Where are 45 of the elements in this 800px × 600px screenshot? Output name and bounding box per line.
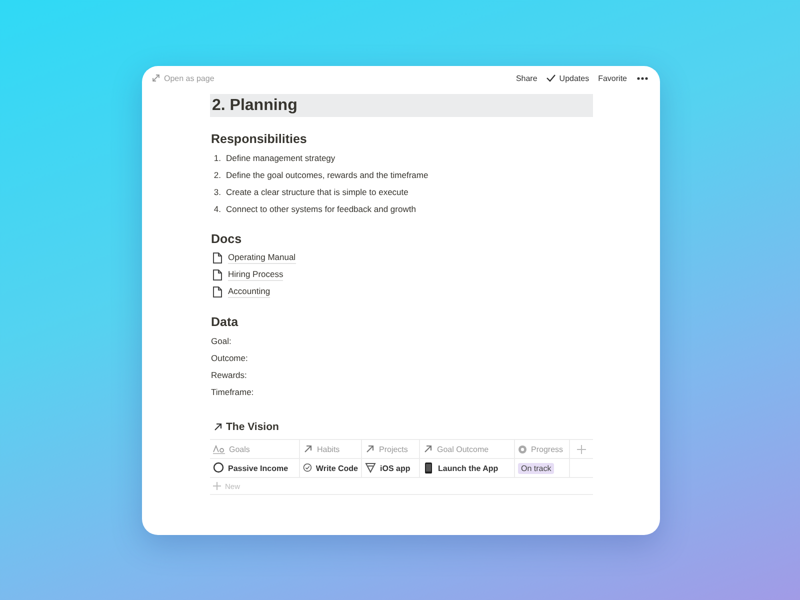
table-cell: Passive Income [228,464,288,472]
triangle-icon [365,462,376,474]
topbar-button[interactable]: Share [516,74,538,82]
arrow-icon [365,444,375,454]
list-number: 4. [213,204,221,214]
table-cell: Launch the App [438,464,498,472]
list-number: 2. [213,170,221,180]
list-number: 1. [213,152,221,162]
text-type-icon [213,444,225,454]
section-heading: Data [211,315,240,329]
page-link[interactable]: Operating Manual [228,252,296,264]
page-title: 2. Planning [210,94,593,117]
arrow-icon [303,444,313,454]
field-label: Goal: [211,336,232,346]
section-heading: Responsibilities [211,132,308,146]
page-link[interactable]: Hiring Process [228,268,284,280]
circle-icon [213,462,224,474]
page-icon [212,252,223,264]
plus-icon [213,482,221,490]
check-circle-icon [303,462,312,474]
database-title[interactable]: The Vision [226,421,279,433]
section-heading: Docs [211,232,243,246]
field-label: Outcome: [211,352,248,362]
page-link[interactable]: Accounting [228,286,270,298]
list-item: Connect to other systems for feedback and growth [226,204,416,214]
page-icon [212,286,223,298]
list-item: Create a clear structure that is simple to execute [226,186,408,196]
table-cell: iOS app [380,464,410,472]
status-icon [518,444,527,454]
list-item: Define management strategy [226,152,336,162]
list-item: Define the goal outcomes, rewards and the timeframe [226,170,428,180]
table-cell: Write Code [316,464,358,472]
expand-icon [152,74,160,82]
field-label: Rewards: [211,370,247,380]
page-icon [212,268,223,280]
plus-icon [577,444,586,454]
topbar-button[interactable]: Favorite [598,74,627,82]
arrow-icon [423,444,433,454]
list-number: 3. [213,186,221,196]
topbar-button[interactable]: Updates [546,74,590,82]
arrow-icon [213,422,223,432]
more-icon [637,76,648,80]
field-label: Timeframe: [211,386,254,396]
phone-icon [423,462,434,474]
status-tag: On track [518,462,554,474]
